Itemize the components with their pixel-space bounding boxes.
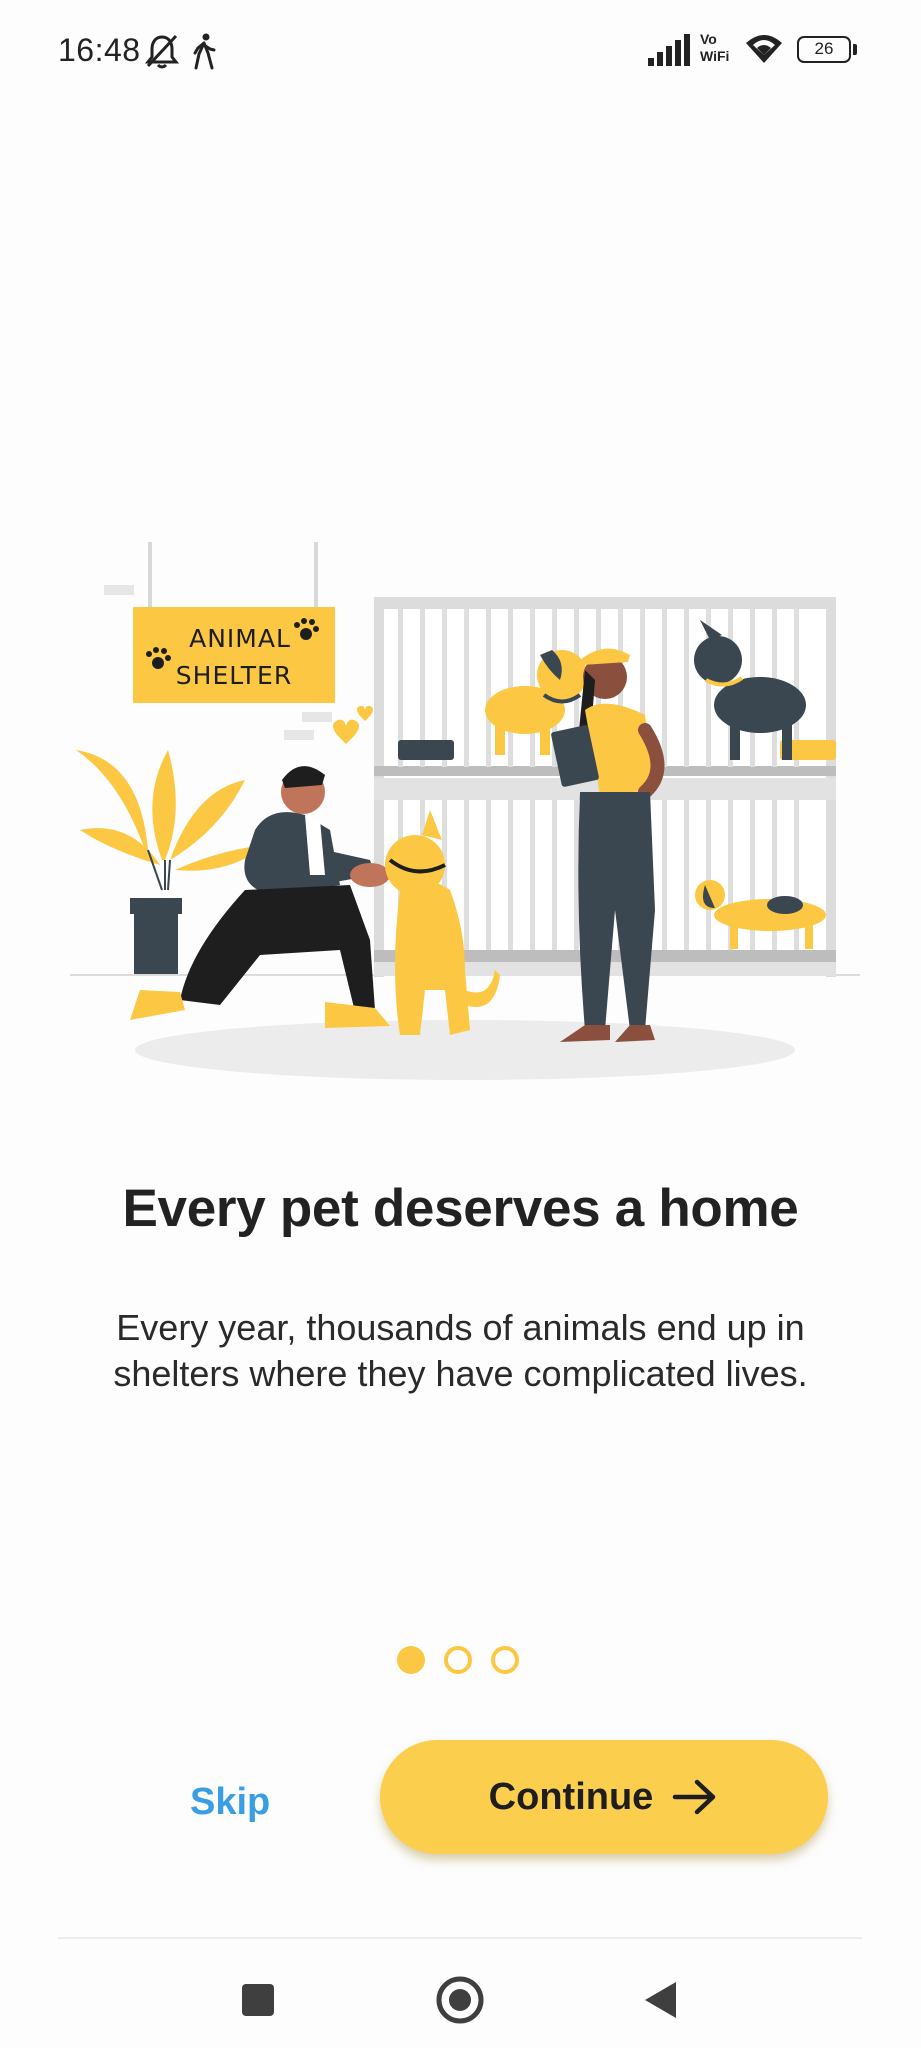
recents-icon — [242, 1984, 274, 2016]
vowifi-label: Vo WiFi — [700, 31, 730, 64]
animal-shelter-sign: ANIMAL SHELTER — [133, 607, 335, 703]
food-bowl — [398, 740, 454, 760]
continue-button[interactable]: Continue — [380, 1740, 828, 1854]
onboarding-title: Every pet deserves a home — [122, 1179, 799, 1238]
onboarding-subtitle: Every year, thousands of animals end up … — [113, 1307, 808, 1394]
home-icon — [436, 1976, 484, 2024]
wifi-icon — [746, 35, 782, 63]
nav-divider — [58, 1937, 862, 1939]
sign-line-1: ANIMAL — [189, 624, 291, 653]
bell-off-icon — [145, 34, 179, 69]
page-dot-2[interactable] — [444, 1646, 472, 1674]
arrow-right-icon — [673, 1779, 716, 1815]
page-indicator — [397, 1646, 519, 1676]
status-bar: 16:48 Vo WiFi 26 — [0, 0, 921, 100]
back-icon — [645, 1982, 676, 2018]
back-button[interactable] — [630, 1970, 690, 2030]
signal-icon — [648, 34, 690, 66]
page-dot-3[interactable] — [491, 1646, 519, 1674]
onboarding-screen: 16:48 Vo WiFi 26 ANIMAL SHELTER Every pe… — [0, 0, 921, 2048]
home-button[interactable] — [430, 1970, 490, 2030]
battery-level: 26 — [814, 39, 834, 58]
skip-button[interactable]: Skip — [190, 1772, 330, 1832]
hearts — [333, 705, 373, 744]
continue-label: Continue — [488, 1775, 654, 1818]
status-time: 16:48 — [58, 32, 141, 68]
battery-indicator: 26 — [797, 36, 857, 63]
walking-icon — [193, 33, 216, 70]
animal-shelter-illustration: ANIMAL SHELTER — [70, 542, 860, 1080]
sign-line-2: SHELTER — [176, 661, 292, 690]
page-dot-1[interactable] — [397, 1646, 425, 1674]
recents-button[interactable] — [228, 1970, 288, 2030]
